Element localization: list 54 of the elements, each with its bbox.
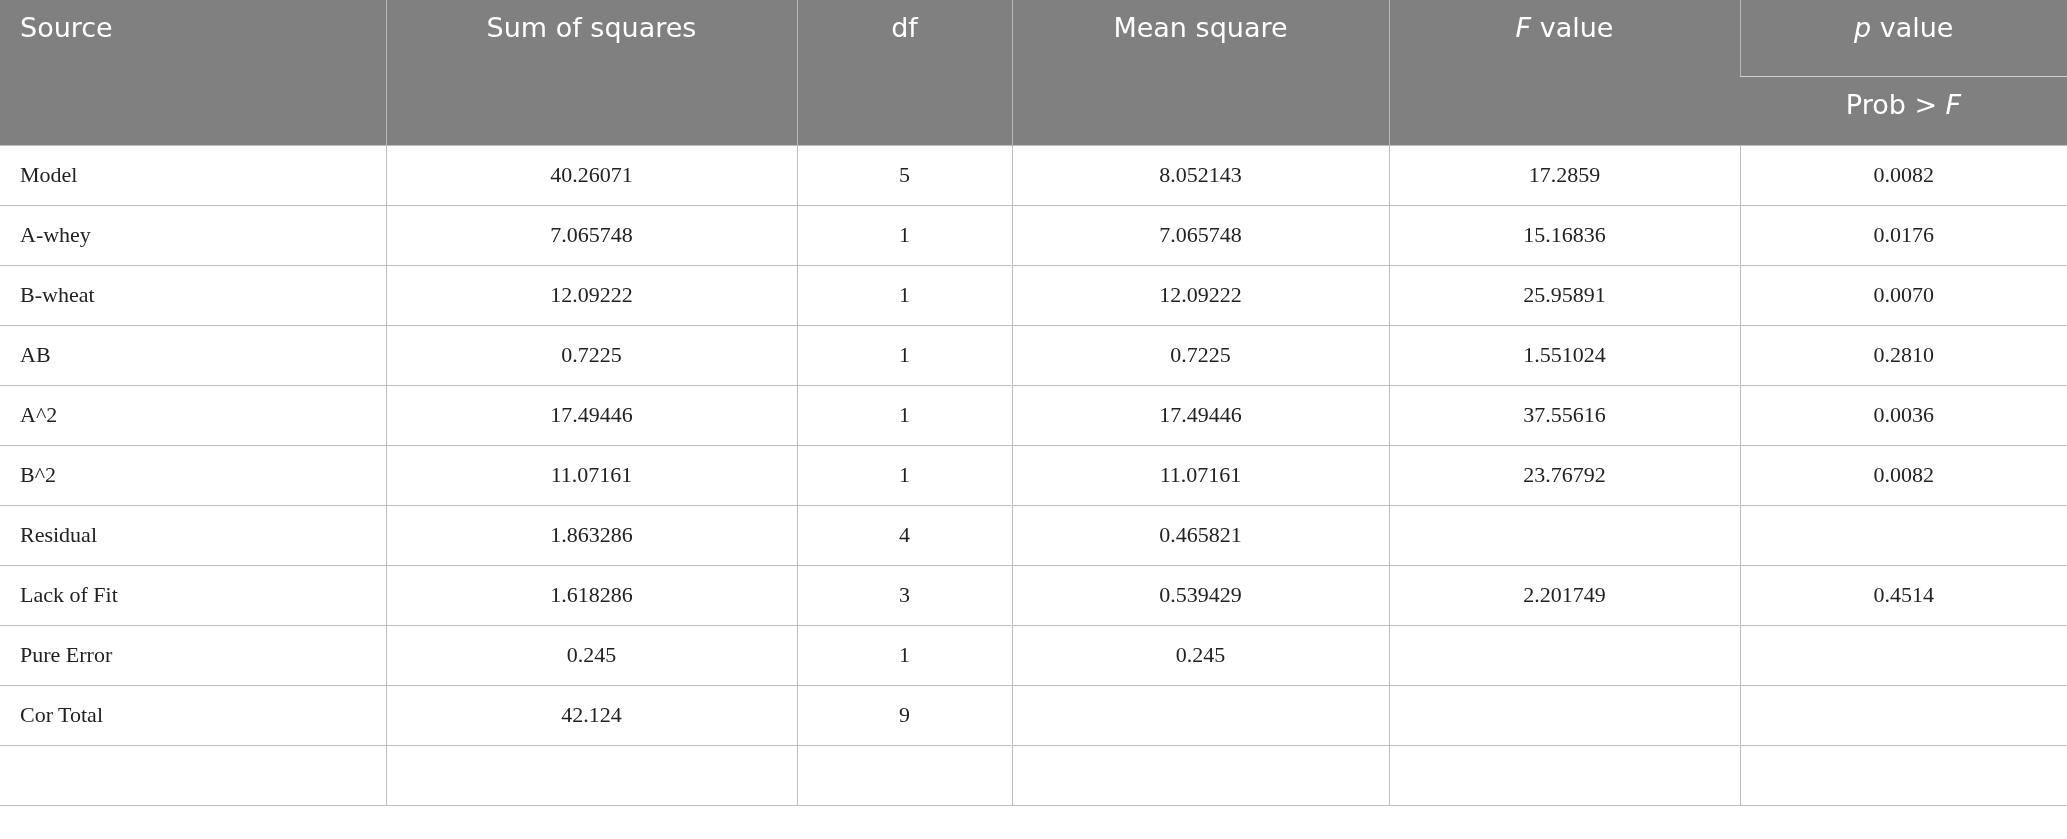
row-label: Cor Total	[0, 685, 386, 745]
row-label: A^2	[0, 385, 386, 445]
table-cell: 12.09222	[386, 265, 797, 325]
table-cell: 17.49446	[1012, 385, 1389, 445]
table-cell: 0.539429	[1012, 565, 1389, 625]
table-cell: 7.065748	[386, 205, 797, 265]
table-cell: 0.7225	[386, 325, 797, 385]
row-label: Residual	[0, 505, 386, 565]
table-cell: 15.16836	[1389, 205, 1740, 265]
table-cell: 1	[797, 205, 1012, 265]
row-label: Pure Error	[0, 625, 386, 685]
table-cell: 1	[797, 385, 1012, 445]
row-label: B^2	[0, 445, 386, 505]
table-cell: 2.201749	[1389, 565, 1740, 625]
table-cell: 12.09222	[1012, 265, 1389, 325]
column-header: p value	[1740, 0, 2067, 76]
column-header: Mean square	[1012, 0, 1389, 145]
table-cell: 3	[797, 565, 1012, 625]
table-cell: 0.245	[1012, 625, 1389, 685]
table-cell: 1	[797, 325, 1012, 385]
table-cell: 1	[797, 625, 1012, 685]
table-cell: 23.76792	[1389, 445, 1740, 505]
table-cell: 9	[797, 685, 1012, 745]
table-cell: 7.065748	[1012, 205, 1389, 265]
column-header: df	[797, 0, 1012, 145]
table-cell: 17.49446	[386, 385, 797, 445]
column-header: Source	[0, 0, 386, 145]
table-cell: 0.245	[386, 625, 797, 685]
table-cell: 1.863286	[386, 505, 797, 565]
table-cell: 0.0082	[1740, 145, 2067, 205]
row-label: Lack of Fit	[0, 565, 386, 625]
row-label: A-whey	[0, 205, 386, 265]
table-cell: 17.2859	[1389, 145, 1740, 205]
table-cell: 0.465821	[1012, 505, 1389, 565]
table-cell: 0.7225	[1012, 325, 1389, 385]
table-cell: 11.07161	[1012, 445, 1389, 505]
row-label: AB	[0, 325, 386, 385]
column-subheader: Prob > F	[1740, 76, 2067, 145]
table-cell: 25.95891	[1389, 265, 1740, 325]
row-label: Model	[0, 145, 386, 205]
row-label: B-wheat	[0, 265, 386, 325]
table-cell: 1	[797, 445, 1012, 505]
table-cell: 1	[797, 265, 1012, 325]
table-cell: 42.124	[386, 685, 797, 745]
table-cell: 37.55616	[1389, 385, 1740, 445]
table-cell: 40.26071	[386, 145, 797, 205]
table-cell: 8.052143	[1012, 145, 1389, 205]
table-cell: 4	[797, 505, 1012, 565]
column-header: Sum of squares	[386, 0, 797, 145]
table-cell: 11.07161	[386, 445, 797, 505]
table-cell: 1.618286	[386, 565, 797, 625]
table-cell: 5	[797, 145, 1012, 205]
table-cell: 1.551024	[1389, 325, 1740, 385]
column-header: F value	[1389, 0, 1740, 145]
